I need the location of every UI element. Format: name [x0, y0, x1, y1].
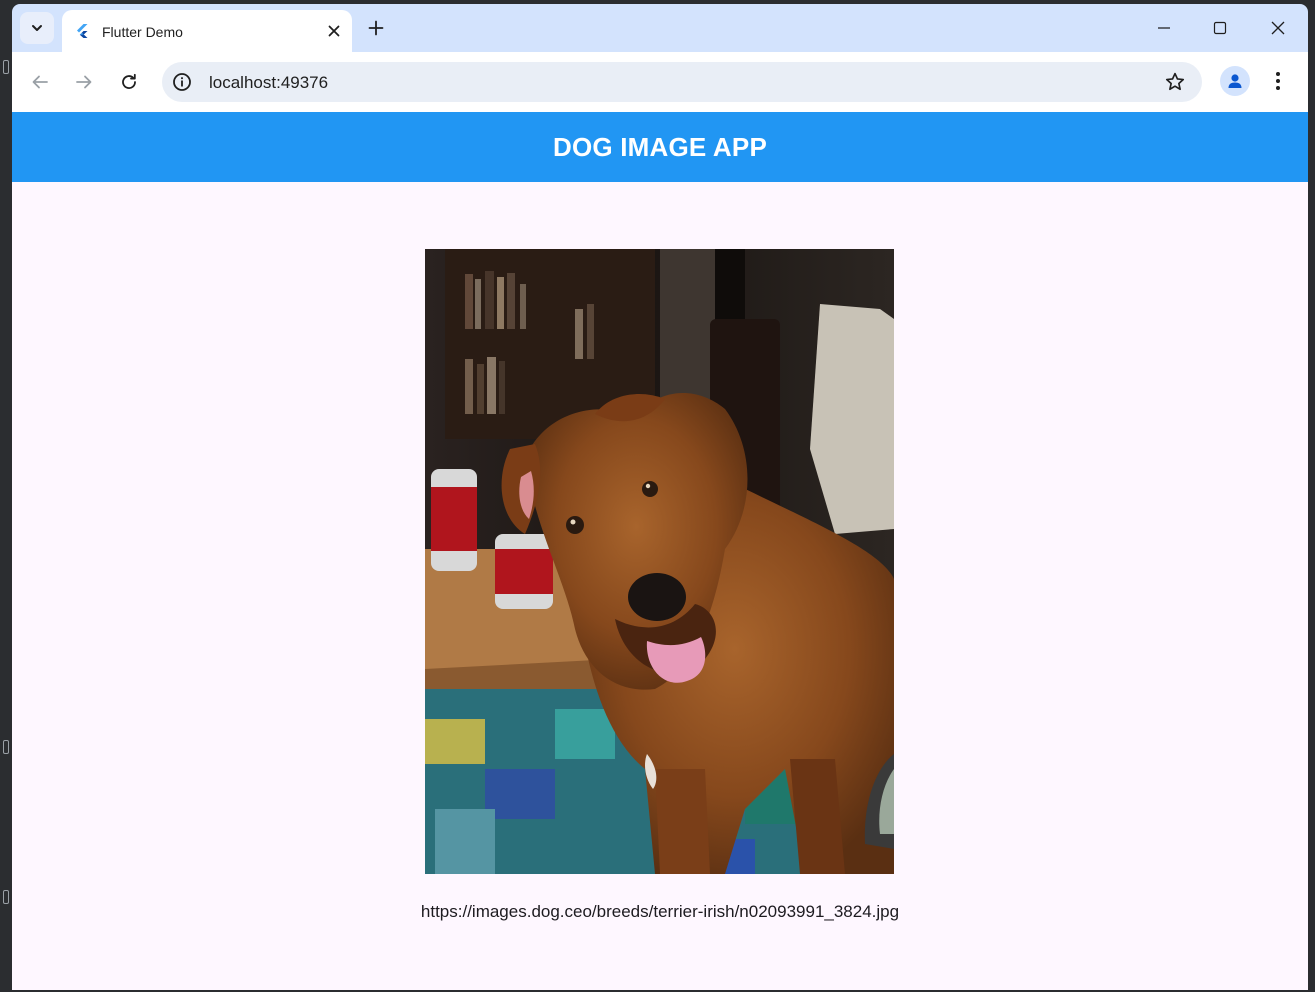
close-icon: [328, 25, 340, 37]
side-icon: [3, 890, 9, 904]
maximize-icon: [1213, 21, 1227, 35]
app-title: DOG IMAGE APP: [553, 131, 767, 162]
browser-toolbar: localhost:49376: [12, 52, 1308, 112]
tab-search-button[interactable]: [20, 12, 54, 44]
site-info-icon[interactable]: [172, 72, 192, 92]
person-icon: [1228, 74, 1242, 88]
address-bar[interactable]: localhost:49376: [162, 62, 1202, 102]
profile-button[interactable]: [1220, 66, 1250, 96]
dog-image: [425, 249, 894, 874]
tab-strip: Flutter Demo: [12, 4, 1308, 52]
tab-flutter-demo[interactable]: Flutter Demo: [62, 10, 352, 52]
dog-photo-illustration: [425, 249, 894, 874]
maximize-button[interactable]: [1198, 12, 1242, 44]
app-bar: DOG IMAGE APP: [12, 112, 1308, 182]
desktop-side-strip: [0, 0, 12, 992]
bookmark-star-icon[interactable]: [1164, 71, 1186, 93]
back-button[interactable]: [24, 66, 56, 98]
arrow-right-icon: [76, 75, 92, 89]
reload-button[interactable]: [113, 66, 145, 98]
window-close-button[interactable]: [1256, 12, 1300, 44]
side-icon: [3, 740, 9, 754]
tab-close-button[interactable]: [324, 21, 344, 41]
minimize-button[interactable]: [1142, 12, 1186, 44]
browser-menu-button[interactable]: [1266, 66, 1290, 96]
image-url-text: https://images.dog.ceo/breeds/terrier-ir…: [420, 902, 900, 921]
tab-title: Flutter Demo: [102, 24, 183, 40]
page-content: DOG IMAGE APP https://images.dog.ceo/bre…: [12, 112, 1308, 990]
more-vert-icon: [1276, 72, 1280, 90]
minimize-icon: [1158, 27, 1170, 29]
forward-button[interactable]: [68, 66, 100, 98]
arrow-left-icon: [32, 75, 48, 89]
url-text[interactable]: localhost:49376: [209, 73, 328, 93]
plus-icon: [368, 20, 384, 36]
flutter-logo-icon: [77, 24, 88, 38]
side-icon: [3, 60, 9, 74]
new-tab-button[interactable]: [364, 16, 388, 40]
close-icon: [1271, 21, 1285, 35]
chevron-down-icon: [32, 25, 42, 31]
reload-icon: [122, 73, 136, 89]
browser-window: Flutter Demo localhost:49376 DOG IMAGE A…: [12, 4, 1308, 990]
